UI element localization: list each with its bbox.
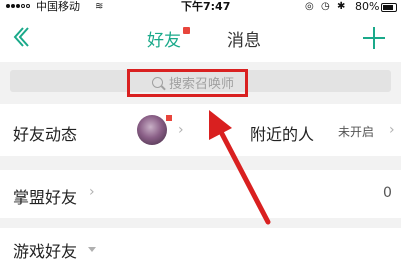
back-button[interactable]	[10, 24, 32, 50]
section-divider	[0, 156, 401, 170]
rotation-lock-icon: ◎	[305, 1, 314, 12]
annotation-highlight-box	[127, 69, 248, 97]
wifi-icon: ≋	[95, 1, 104, 12]
avatar[interactable]	[137, 115, 167, 145]
bluetooth-icon: ✱	[337, 1, 346, 12]
friend-feed-row: 好友动态 › 附近的人 未开启 ›	[0, 106, 401, 156]
chevron-right-icon: ›	[89, 184, 95, 200]
tab-friends-label: 好友	[147, 31, 181, 51]
league-friends-row[interactable]: 掌盟好友 › 0	[0, 170, 401, 218]
nav-bar: 好友 消息	[0, 14, 401, 62]
tab-messages[interactable]: 消息	[227, 26, 261, 51]
friend-feed-badge	[166, 115, 172, 121]
chevron-right-icon: ›	[178, 122, 184, 138]
alarm-icon: ◷	[321, 1, 330, 12]
tab-friends-badge	[183, 27, 190, 34]
tab-messages-label: 消息	[227, 31, 261, 51]
carrier-label: 中国移动	[36, 0, 80, 13]
status-bar: 中国移动 ≋ 下午7:47 ◎ ◷ ✱ 80%	[0, 0, 401, 14]
league-friends-count: 0	[383, 185, 392, 201]
chevron-down-icon	[88, 247, 96, 252]
section-divider	[0, 218, 401, 228]
league-friends-label: 掌盟好友	[13, 188, 78, 207]
battery-percent: 80%	[355, 0, 380, 13]
battery-icon	[381, 3, 397, 12]
back-icon	[13, 27, 29, 47]
status-time: 下午7:47	[181, 0, 231, 13]
game-friends-label: 游戏好友	[13, 242, 78, 261]
friend-feed-item[interactable]: 好友动态	[13, 121, 77, 145]
game-friends-row[interactable]: 游戏好友	[0, 228, 401, 278]
add-icon[interactable]	[362, 26, 386, 50]
nearby-status: 未开启	[338, 125, 375, 139]
tab-friends[interactable]: 好友	[147, 26, 190, 51]
signal-icon	[6, 4, 30, 8]
chevron-right-icon: ›	[389, 122, 395, 138]
nearby-people-item[interactable]: 附近的人	[250, 121, 314, 145]
